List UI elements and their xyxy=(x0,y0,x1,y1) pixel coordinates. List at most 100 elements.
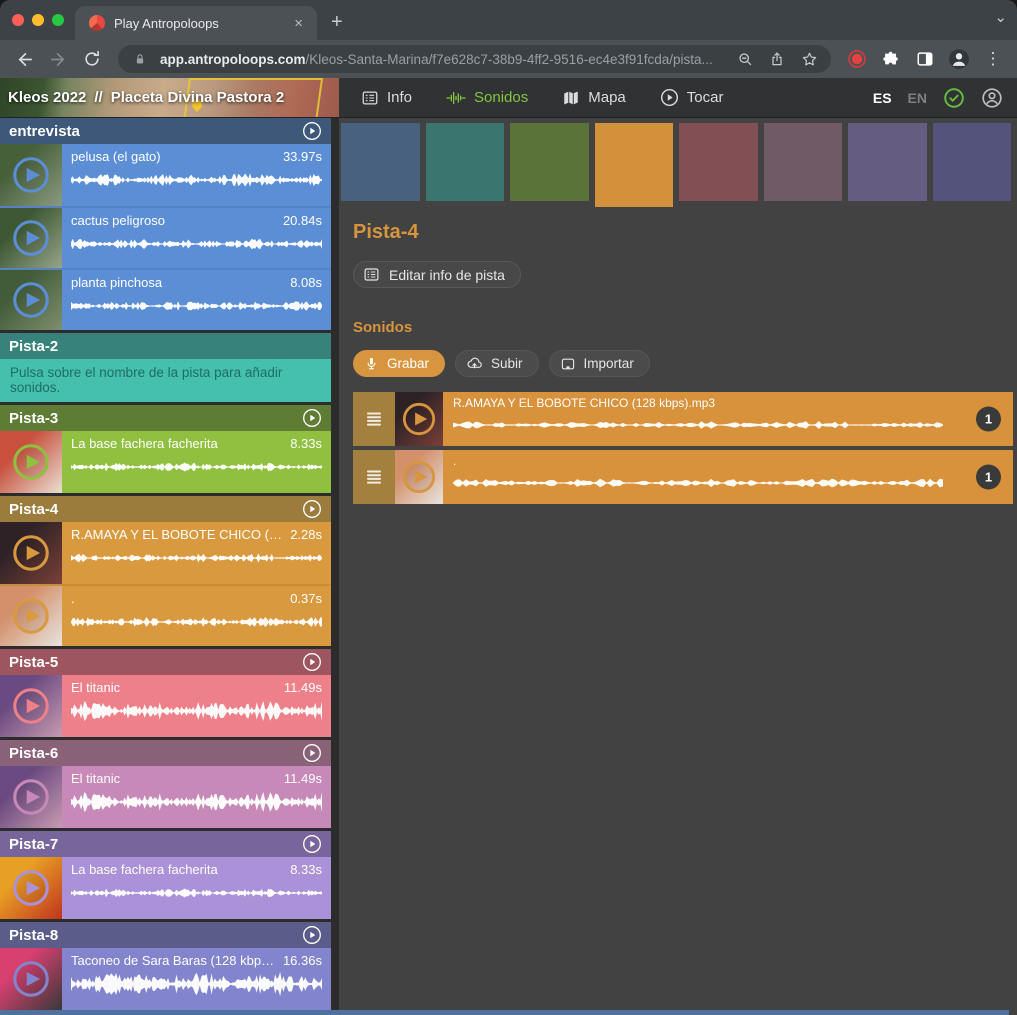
sound-thumbnail[interactable] xyxy=(0,948,62,1010)
share-icon[interactable] xyxy=(765,47,789,71)
sound-thumbnail[interactable] xyxy=(0,208,62,268)
account-icon[interactable] xyxy=(981,87,1003,109)
track-section-header[interactable]: Pista-6 xyxy=(0,740,331,766)
sound-thumbnail[interactable] xyxy=(0,675,62,737)
track-title[interactable]: Pista-5 xyxy=(9,654,58,671)
sound-waveform xyxy=(71,697,322,725)
sound-duration: 11.49s xyxy=(284,771,322,786)
close-window-button[interactable] xyxy=(12,14,24,26)
sound-thumbnail[interactable] xyxy=(0,857,62,919)
play-track-button[interactable] xyxy=(302,652,322,672)
lang-es-button[interactable]: ES xyxy=(873,90,892,106)
drag-handle[interactable] xyxy=(353,392,395,446)
browser-menu-icon[interactable]: ⋮ xyxy=(979,45,1007,73)
edit-track-info-button[interactable]: Editar info de pista xyxy=(353,261,521,288)
track-section-header[interactable]: entrevista xyxy=(0,118,331,144)
recording-extension-icon[interactable] xyxy=(843,45,871,73)
track-swatch[interactable] xyxy=(848,123,927,201)
sound-item[interactable]: . 0.37s xyxy=(0,584,331,646)
profile-avatar[interactable] xyxy=(945,45,973,73)
back-button[interactable] xyxy=(10,45,38,73)
tab-close-icon[interactable]: × xyxy=(290,14,307,33)
extensions-puzzle-icon[interactable] xyxy=(877,45,905,73)
breadcrumb-track[interactable]: Placeta Divina Pastora 2 xyxy=(111,89,284,106)
track-section-header[interactable]: Pista-2 xyxy=(0,333,331,359)
drag-handle[interactable] xyxy=(353,450,395,504)
breadcrumb-project[interactable]: Kleos 2022 xyxy=(8,89,86,106)
sound-thumbnail[interactable] xyxy=(0,144,62,206)
sound-duration: 0.37s xyxy=(290,591,322,606)
lang-en-button[interactable]: EN xyxy=(908,90,927,106)
track-section-header[interactable]: Pista-3 xyxy=(0,405,331,431)
track-section-header[interactable]: Pista-4 xyxy=(0,496,331,522)
sound-item[interactable]: pelusa (el gato) 33.97s xyxy=(0,144,331,206)
nav-tab-sonidos[interactable]: Sonidos xyxy=(446,89,528,107)
sound-row[interactable]: . 1 xyxy=(353,450,1013,504)
sound-thumbnail[interactable] xyxy=(0,270,62,330)
nav-tab-info[interactable]: Info xyxy=(361,89,412,107)
sound-name: planta pinchosa xyxy=(71,275,282,290)
sound-item[interactable]: R.AMAYA Y EL BOBOTE CHICO (128 kbps)....… xyxy=(0,522,331,584)
new-tab-button[interactable]: + xyxy=(317,11,357,40)
track-swatch[interactable] xyxy=(933,123,1012,201)
play-track-button[interactable] xyxy=(302,925,322,945)
track-swatch[interactable] xyxy=(510,123,589,201)
track-swatch[interactable] xyxy=(679,123,758,201)
nav-tab-tocar[interactable]: Tocar xyxy=(660,88,724,107)
side-panel-icon[interactable] xyxy=(911,45,939,73)
edit-list-icon xyxy=(363,266,380,283)
track-title[interactable]: entrevista xyxy=(9,123,80,140)
tab-title: Play Antropoloops xyxy=(114,16,281,31)
sound-thumbnail[interactable] xyxy=(0,522,62,584)
track-swatch[interactable] xyxy=(595,123,674,207)
address-bar[interactable]: app.antropoloops.com/Kleos-Santa-Marina/… xyxy=(118,45,831,73)
track-title[interactable]: Pista-6 xyxy=(9,745,58,762)
play-track-button[interactable] xyxy=(302,121,322,141)
zoom-window-button[interactable] xyxy=(52,14,64,26)
upload-button[interactable]: Subir xyxy=(455,350,539,377)
sound-item[interactable]: La base fachera facherita 8.33s xyxy=(0,431,331,493)
record-button[interactable]: Grabar xyxy=(353,350,445,377)
bookmark-star-icon[interactable] xyxy=(797,47,821,71)
play-track-button[interactable] xyxy=(302,499,322,519)
sound-item[interactable]: El titanic 11.49s xyxy=(0,675,331,737)
sound-item[interactable]: La base fachera facherita 8.33s xyxy=(0,857,331,919)
sound-item[interactable]: Taconeo de Sara Baras (128 kbps).mp3 16.… xyxy=(0,948,331,1010)
nav-tab-mapa[interactable]: Mapa xyxy=(562,89,626,107)
browser-tab[interactable]: Play Antropoloops × xyxy=(75,6,317,40)
sound-name: cactus peligroso xyxy=(71,213,275,228)
sound-thumbnail[interactable] xyxy=(0,586,62,646)
track-section: Pista-7 xyxy=(0,831,331,919)
zoom-page-icon[interactable] xyxy=(733,47,757,71)
track-swatch[interactable] xyxy=(341,123,420,201)
sound-thumbnail[interactable] xyxy=(0,766,62,828)
sound-row[interactable]: R.AMAYA Y EL BOBOTE CHICO (128 kbps).mp3… xyxy=(353,392,1013,446)
sound-thumbnail[interactable] xyxy=(0,431,62,493)
sound-thumbnail[interactable] xyxy=(395,392,443,446)
breadcrumb[interactable]: Kleos 2022 // Placeta Divina Pastora 2 xyxy=(0,78,339,117)
reload-button[interactable] xyxy=(78,45,106,73)
sound-item[interactable]: cactus peligroso 20.84s xyxy=(0,206,331,268)
track-swatch[interactable] xyxy=(426,123,505,201)
tab-search-chevron-icon[interactable]: ⌄ xyxy=(994,8,1007,26)
forward-button[interactable] xyxy=(44,45,72,73)
play-track-button[interactable] xyxy=(302,834,322,854)
track-section-header[interactable]: Pista-7 xyxy=(0,831,331,857)
import-button[interactable]: Importar xyxy=(549,350,650,377)
track-sounds: El titanic 11.49s xyxy=(0,675,331,737)
sound-item[interactable]: planta pinchosa 8.08s xyxy=(0,268,331,330)
track-title[interactable]: Pista-8 xyxy=(9,927,58,944)
waveform-icon xyxy=(446,89,466,107)
track-title[interactable]: Pista-4 xyxy=(9,501,58,518)
sound-thumbnail[interactable] xyxy=(395,450,443,504)
play-track-button[interactable] xyxy=(302,743,322,763)
play-track-button[interactable] xyxy=(302,408,322,428)
track-title[interactable]: Pista-2 xyxy=(9,338,58,355)
sound-item[interactable]: El titanic 11.49s xyxy=(0,766,331,828)
track-title[interactable]: Pista-3 xyxy=(9,410,58,427)
track-section-header[interactable]: Pista-8 xyxy=(0,922,331,948)
track-title[interactable]: Pista-7 xyxy=(9,836,58,853)
track-section-header[interactable]: Pista-5 xyxy=(0,649,331,675)
minimize-window-button[interactable] xyxy=(32,14,44,26)
track-swatch[interactable] xyxy=(764,123,843,201)
